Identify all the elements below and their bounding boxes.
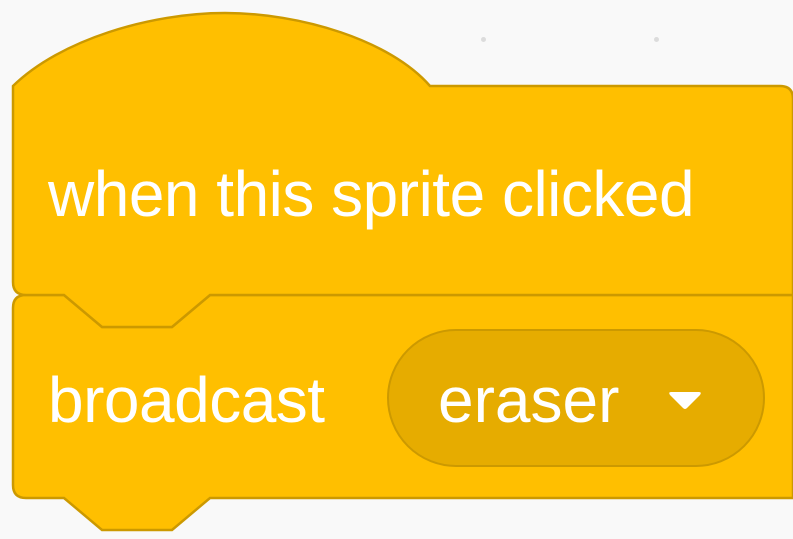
hat-block-label: when this sprite clicked [48, 158, 695, 230]
code-area[interactable]: when this sprite clicked broadcast erase… [0, 0, 793, 539]
broadcast-block-label: broadcast [48, 364, 325, 436]
message-dropdown-value: eraser [438, 364, 620, 436]
message-dropdown[interactable]: eraser [387, 329, 765, 467]
triangle-down-icon[interactable] [667, 389, 703, 411]
